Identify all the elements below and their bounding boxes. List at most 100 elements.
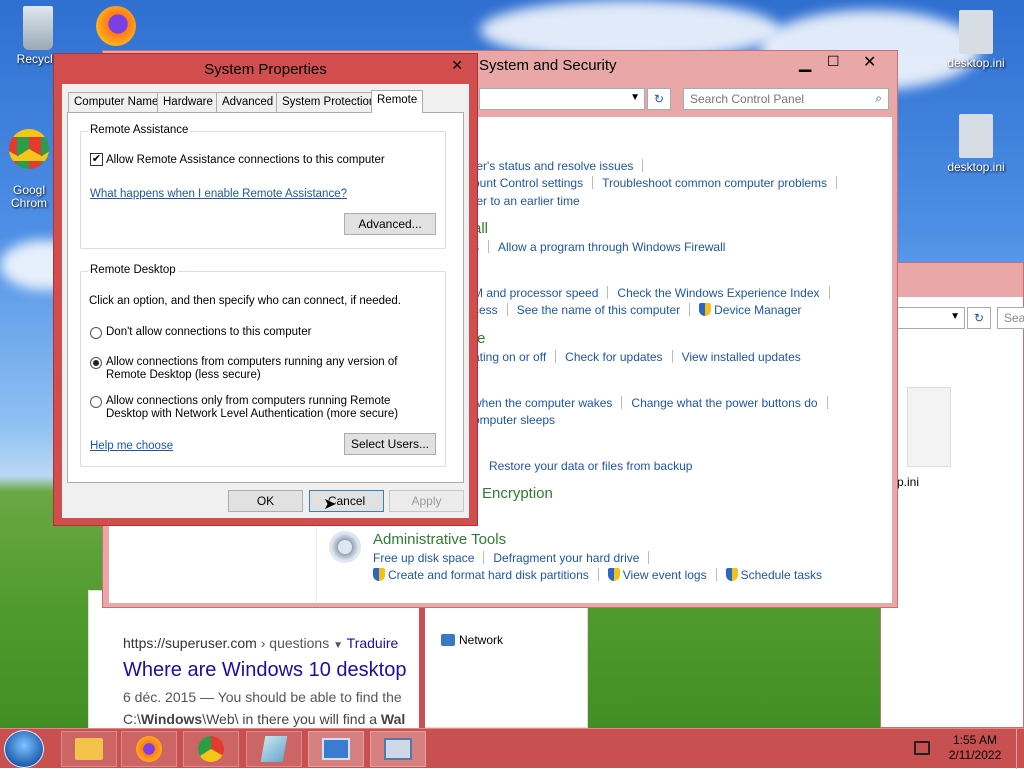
administrative-tools-icon xyxy=(329,531,361,563)
clock-time: 1:55 AM xyxy=(952,733,998,747)
help-me-choose-link[interactable]: Help me choose xyxy=(90,440,173,453)
admin-links: Free up disk space Defragment your hard d… xyxy=(373,551,658,565)
tab-system-protection[interactable]: System Protection xyxy=(276,92,382,112)
advanced-button[interactable]: Advanced... xyxy=(344,213,436,235)
radio-allow-any-version-label: Allow connections from computers running… xyxy=(106,356,398,381)
settings-file-icon xyxy=(959,114,993,158)
link-restore[interactable]: ter to an earlier time xyxy=(473,194,580,208)
link-schedule-tasks[interactable]: Schedule tasks xyxy=(741,568,822,582)
tab-remote[interactable]: Remote xyxy=(371,90,424,113)
link-separator xyxy=(689,303,691,316)
link-auto-update[interactable]: ating on or off xyxy=(473,350,546,364)
link-wake-password[interactable]: when the computer wakes xyxy=(473,396,612,410)
radio-allow-nla-label: Allow connections only from computers ru… xyxy=(106,395,399,420)
link-free-disk[interactable]: Free up disk space xyxy=(373,551,474,565)
link-status[interactable]: ter's status and resolve issues xyxy=(473,159,633,173)
remote-assistance-group: Remote Assistance ✔ Allow Remote Assista… xyxy=(80,124,446,249)
tab-computer-name[interactable]: Computer Name xyxy=(68,92,165,112)
result-url[interactable]: https://superuser.com xyxy=(123,635,257,651)
link-check-updates[interactable]: Check for updates xyxy=(565,350,662,364)
result-title[interactable]: Where are Windows 10 desktop xyxy=(123,659,406,682)
link-ram[interactable]: M and processor speed xyxy=(473,286,598,300)
close-icon[interactable]: ✕ xyxy=(451,57,463,74)
network-icon[interactable] xyxy=(914,741,930,755)
link-power-buttons[interactable]: Change what the power buttons do xyxy=(631,396,817,410)
result-snippet-2: C:\Windows\Web\ in there you will find a… xyxy=(123,711,405,727)
tab-advanced[interactable]: Advanced xyxy=(216,92,280,112)
link-troubleshoot[interactable]: Troubleshoot common computer problems xyxy=(602,176,827,190)
radio-allow-any-version[interactable] xyxy=(90,357,102,369)
desktop-icon-desktop-ini[interactable]: desktop.ini xyxy=(936,10,1016,70)
file-icon xyxy=(907,387,951,467)
result-snippet-1: 6 déc. 2015 — You should be able to find… xyxy=(123,689,402,705)
link-partitions[interactable]: Create and format hard disk partitions xyxy=(388,568,589,582)
link-defragment[interactable]: Defragment your hard drive xyxy=(493,551,639,565)
address-bar[interactable]: ▼ xyxy=(479,88,645,110)
remote-assistance-checkbox[interactable]: ✔ xyxy=(90,153,103,166)
link-backup-restore[interactable]: Restore your data or files from backup xyxy=(489,459,692,473)
chrome-icon xyxy=(198,736,224,762)
close-icon[interactable]: ✕ xyxy=(863,52,876,72)
taskbar-file-explorer[interactable] xyxy=(61,731,117,767)
show-desktop-button[interactable] xyxy=(1016,729,1024,769)
link-uac[interactable]: ount Control settings xyxy=(473,176,583,190)
window-border xyxy=(419,591,425,729)
link-sleep[interactable]: omputer sleeps xyxy=(473,413,555,427)
taskbar-system-properties[interactable] xyxy=(370,731,426,767)
taskbar-chrome[interactable] xyxy=(183,731,239,767)
snippet-text: C:\ xyxy=(123,711,141,727)
desktop-icon-label: desktop.ini xyxy=(947,56,1005,70)
link-separator xyxy=(642,159,644,172)
folder-icon xyxy=(75,738,103,760)
radio-allow-nla[interactable] xyxy=(90,396,102,408)
action-center-links-2: ount Control settings Troubleshoot common… xyxy=(473,176,846,190)
firefox-icon xyxy=(96,6,136,46)
snippet-text: \Web\ in there you will find a xyxy=(202,711,381,727)
administrative-tools-heading[interactable]: Administrative Tools xyxy=(373,531,506,548)
control-panel-icon xyxy=(322,738,350,760)
window-title: System and Security xyxy=(479,57,617,74)
taskbar-app[interactable] xyxy=(246,731,302,767)
link-allow-program[interactable]: Allow a program through Windows Firewall xyxy=(498,240,725,254)
nav-item-network[interactable]: Network xyxy=(441,633,503,647)
link-separator xyxy=(592,176,594,189)
firefox-icon xyxy=(136,736,162,762)
nav-item-label: Network xyxy=(459,633,504,647)
desktop-icon-chrome[interactable]: Googl Chrom xyxy=(2,116,56,210)
tab-hardware[interactable]: Hardware xyxy=(157,92,219,112)
refresh-icon[interactable]: ↻ xyxy=(647,88,671,110)
link-experience-index[interactable]: Check the Windows Experience Index xyxy=(617,286,819,300)
link-separator xyxy=(671,350,673,363)
desktop-icon-firefox[interactable] xyxy=(80,6,152,48)
select-users-button[interactable]: Select Users... xyxy=(344,433,436,455)
refresh-icon[interactable]: ↻ xyxy=(967,307,991,329)
notepad-icon xyxy=(260,736,288,762)
link-device-manager[interactable]: Device Manager xyxy=(714,303,801,317)
system-links-2: cess See the name of this computer Device … xyxy=(473,303,802,317)
clock[interactable]: 1:55 AM 2/11/2022 xyxy=(940,733,1010,763)
taskbar-firefox[interactable] xyxy=(121,731,177,767)
link-computer-name[interactable]: See the name of this computer xyxy=(517,303,680,317)
remote-assistance-checkbox-label: Allow Remote Assistance connections to t… xyxy=(106,154,385,166)
explorer-search-input[interactable]: Sea xyxy=(997,307,1024,329)
translate-link[interactable]: Traduire xyxy=(347,635,399,651)
radio-dont-allow[interactable] xyxy=(90,327,102,339)
desktop-icon-desktop-ini[interactable]: desktop.ini xyxy=(936,114,1016,174)
minimize-icon[interactable]: ▁ xyxy=(799,53,811,73)
apply-button[interactable]: Apply xyxy=(389,490,464,512)
clock-date: 2/11/2022 xyxy=(948,748,1002,762)
cancel-button[interactable]: Cancel xyxy=(309,490,384,512)
dialog-body: Computer Name Hardware Advanced System P… xyxy=(62,84,469,518)
link-event-logs[interactable]: View event logs xyxy=(623,568,707,582)
chevron-down-icon[interactable]: ▼ xyxy=(333,640,343,651)
bitlocker-heading[interactable]: Encryption xyxy=(482,485,553,502)
maximize-icon[interactable]: ☐ xyxy=(827,53,840,70)
browser-window-back: https://superuser.com › questions ▼ Trad… xyxy=(88,590,588,729)
start-button[interactable] xyxy=(4,730,44,768)
snippet-bold: Windows xyxy=(140,711,203,727)
taskbar-control-panel[interactable] xyxy=(308,731,364,767)
search-input[interactable]: Search Control Panel ⌕ xyxy=(683,88,889,110)
remote-assistance-help-link[interactable]: What happens when I enable Remote Assist… xyxy=(90,188,347,201)
link-installed-updates[interactable]: View installed updates xyxy=(682,350,801,364)
ok-button[interactable]: OK xyxy=(228,490,303,512)
